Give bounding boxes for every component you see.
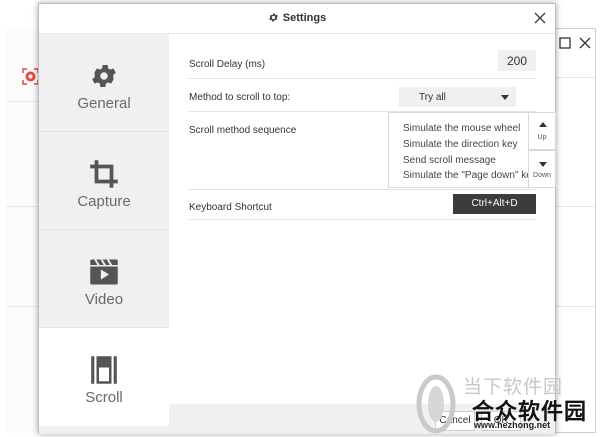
- close-icon[interactable]: [533, 11, 547, 25]
- dialog-title-text: Settings: [282, 12, 327, 24]
- list-item[interactable]: Simulate the mouse wheel: [403, 123, 520, 134]
- divider: [6, 206, 39, 207]
- sidebar-item-label: Capture: [77, 193, 131, 210]
- settings-sidebar: General Capture Video Scroll: [39, 34, 169, 434]
- divider: [555, 77, 595, 78]
- sidebar-item-label: General: [77, 95, 131, 112]
- move-down-label: Down: [533, 172, 551, 179]
- scroll-delay-input[interactable]: [498, 50, 536, 71]
- shortcut-label: Keyboard Shortcut: [189, 202, 272, 213]
- maximize-icon[interactable]: [558, 36, 572, 50]
- arrow-down-icon: [539, 162, 547, 167]
- watermark-url: www.hezhong.net: [474, 420, 551, 430]
- dialog-titlebar: Settings: [39, 4, 555, 34]
- video-clapper-icon: [90, 259, 118, 285]
- sidebar-item-label: Video: [84, 291, 124, 308]
- background-left-panel: [6, 28, 39, 433]
- chevron-down-icon: [501, 95, 509, 100]
- sidebar-item-capture[interactable]: Capture: [39, 132, 169, 230]
- close-icon[interactable]: [578, 36, 592, 50]
- list-item[interactable]: Send scroll message: [403, 155, 496, 166]
- crop-icon: [90, 160, 118, 188]
- move-up-label: Up: [537, 134, 547, 141]
- move-up-button[interactable]: Up: [528, 112, 556, 150]
- record-icon[interactable]: [22, 68, 39, 85]
- divider: [6, 306, 39, 307]
- sidebar-item-video[interactable]: Video: [39, 230, 169, 328]
- gear-icon: [268, 13, 278, 22]
- sidebar-item-general[interactable]: General: [39, 34, 169, 132]
- method-top-select[interactable]: Try all: [399, 87, 516, 107]
- arrow-up-icon: [539, 122, 547, 127]
- shortcut-button[interactable]: Ctrl+Alt+D: [453, 194, 536, 214]
- divider: [555, 206, 595, 207]
- divider: [555, 306, 595, 307]
- sequence-list: Simulate the mouse wheel Simulate the di…: [388, 112, 537, 188]
- scroll-delay-row: Scroll Delay (ms): [189, 45, 536, 79]
- sidebar-item-label: Scroll: [85, 389, 123, 406]
- scroll-icon: [91, 356, 117, 384]
- move-down-button[interactable]: Down: [528, 150, 556, 188]
- method-top-label: Method to scroll to top:: [189, 92, 291, 103]
- dialog-title: Settings: [39, 12, 555, 24]
- sidebar-item-scroll[interactable]: Scroll: [39, 328, 169, 426]
- list-item[interactable]: Simulate the "Page down" key: [403, 170, 537, 181]
- list-item[interactable]: Simulate the direction key: [403, 139, 518, 150]
- divider: [6, 101, 39, 102]
- scroll-delay-label: Scroll Delay (ms): [189, 59, 266, 70]
- method-top-value: Try all: [419, 92, 446, 103]
- gear-icon: [92, 65, 116, 87]
- sequence-label: Scroll method sequence: [189, 125, 297, 136]
